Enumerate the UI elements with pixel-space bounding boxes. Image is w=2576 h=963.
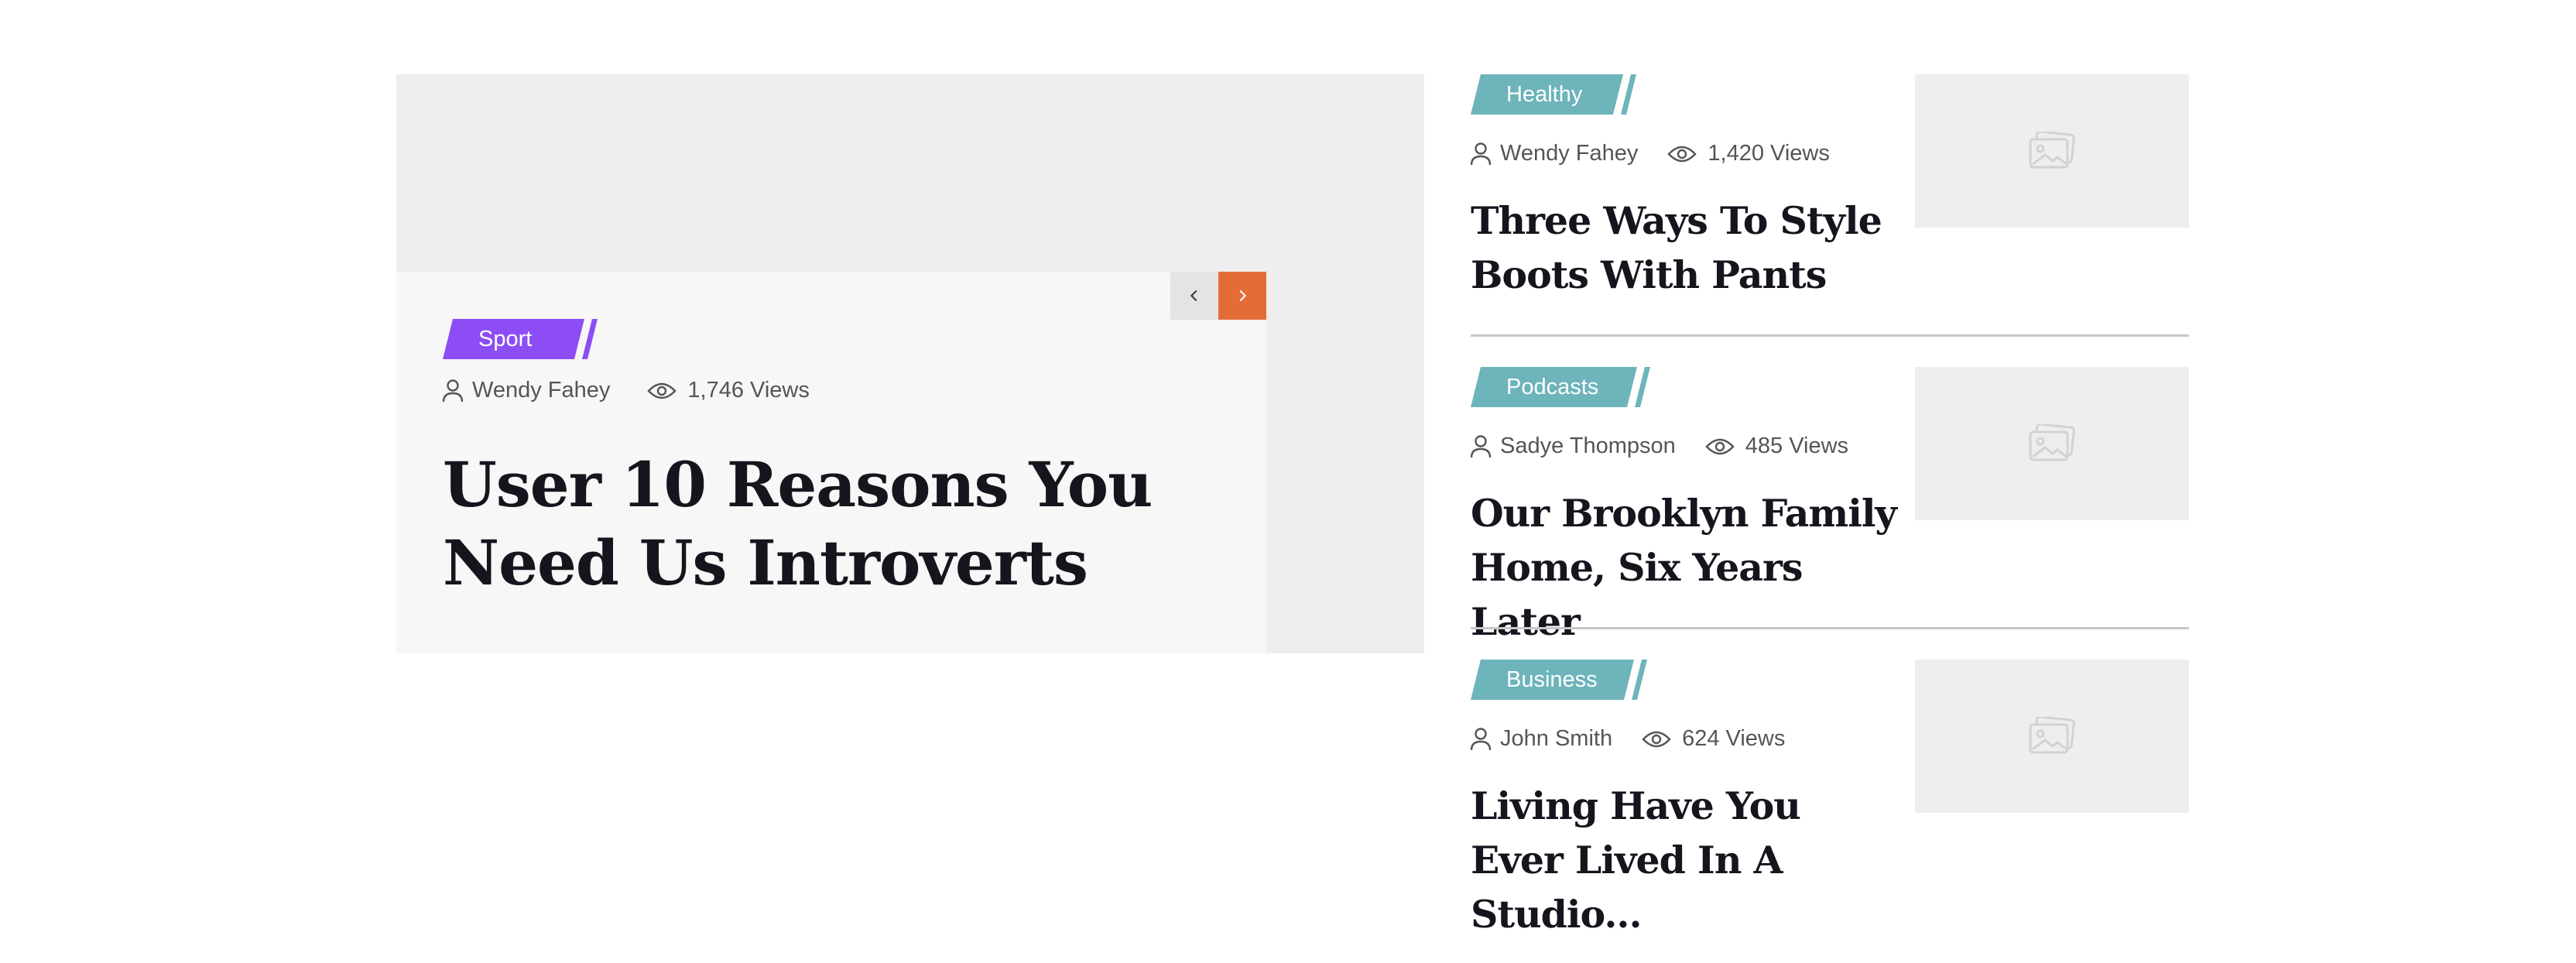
eye-icon <box>1642 731 1671 747</box>
divider <box>1471 627 2189 629</box>
list-item: Business John Smith 624 Views Living Hav… <box>1469 660 2189 937</box>
post-thumbnail[interactable] <box>1915 367 2189 520</box>
eye-icon <box>647 382 677 399</box>
chevron-right-icon <box>1239 290 1247 302</box>
image-placeholder-icon <box>2029 424 2075 461</box>
featured-slide: Sport Wendy Fahey 1,746 Views User 10 Re… <box>396 74 1424 653</box>
category-label: Sport <box>478 327 533 351</box>
slider-nav <box>1170 272 1266 320</box>
user-icon <box>442 379 464 402</box>
featured-card: Sport Wendy Fahey 1,746 Views User 10 Re… <box>396 272 1266 653</box>
category-label: Healthy <box>1506 82 1583 107</box>
post-meta: Sadye Thompson 485 Views <box>1469 434 1848 459</box>
image-placeholder-icon <box>2029 717 2075 754</box>
user-icon <box>1470 434 1492 458</box>
eye-icon <box>1667 146 1697 162</box>
featured-title[interactable]: User 10 Reasons You Need Us Introverts <box>443 446 1232 602</box>
author-link[interactable]: Sadye Thompson <box>1500 434 1676 459</box>
post-meta: Wendy Fahey 1,746 Views <box>441 378 810 403</box>
post-meta: John Smith 624 Views <box>1469 726 1785 752</box>
post-meta: Wendy Fahey 1,420 Views <box>1469 141 1830 166</box>
slider-next-button[interactable] <box>1218 272 1266 320</box>
views-count: 1,420 Views <box>1708 141 1830 166</box>
list-item: Podcasts Sadye Thompson 485 Views Our Br… <box>1469 367 2189 644</box>
category-label: Podcasts <box>1506 375 1599 399</box>
views-count: 624 Views <box>1682 726 1786 751</box>
image-placeholder-icon <box>2029 132 2075 169</box>
user-icon <box>1470 142 1492 165</box>
post-thumbnail[interactable] <box>1915 660 2189 813</box>
views-count: 1,746 Views <box>687 378 810 403</box>
category-label: Business <box>1506 667 1598 692</box>
author-link[interactable]: John Smith <box>1500 726 1612 752</box>
post-thumbnail[interactable] <box>1915 74 2189 228</box>
category-tag-business[interactable]: Business <box>1471 660 1647 700</box>
eye-icon <box>1705 438 1735 454</box>
post-title[interactable]: Three Ways To Style Boots With Pants <box>1471 194 1904 302</box>
chevron-left-icon <box>1190 290 1197 302</box>
views-count: 485 Views <box>1745 434 1849 458</box>
author-link[interactable]: Wendy Fahey <box>472 378 610 403</box>
user-icon <box>1470 727 1492 750</box>
slider-prev-button[interactable] <box>1170 272 1218 320</box>
author-link[interactable]: Wendy Fahey <box>1500 141 1638 166</box>
list-item: Healthy Wendy Fahey 1,420 Views Three Wa… <box>1469 74 2189 338</box>
post-title[interactable]: Our Brooklyn Family Home, Six Years Late… <box>1471 486 1904 649</box>
category-tag-podcasts[interactable]: Podcasts <box>1471 367 1650 407</box>
category-tag-healthy[interactable]: Healthy <box>1471 74 1636 115</box>
divider <box>1471 334 2189 337</box>
category-tag-sport[interactable]: Sport <box>443 319 598 359</box>
post-title[interactable]: Living Have You Ever Lived In A Studio..… <box>1471 779 1904 941</box>
